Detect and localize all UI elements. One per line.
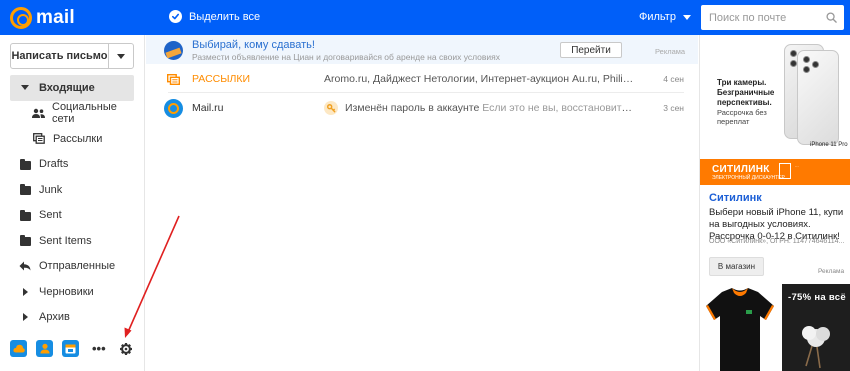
sidebar-item-label: Drafts <box>39 158 69 171</box>
folder-icon <box>18 158 32 170</box>
sidebar-item-label: Рассылки <box>53 132 103 145</box>
filter-label: Фильтр <box>639 11 676 23</box>
citilink-banner[interactable]: СИТИЛИНК ЭЛЕКТРОННЫЙ ДИСКАУНТЕР ... <box>700 159 850 185</box>
citilink-org: ООО «Ситилинк», ОГРН: 114774646114... <box>709 238 845 245</box>
chevron-right-icon <box>18 286 32 298</box>
sidebar-item-inbox[interactable]: Входящие <box>10 75 134 101</box>
age-rating-box <box>779 163 791 179</box>
sidebar-item-newsletters[interactable]: Рассылки <box>10 126 134 152</box>
chevron-down-icon <box>682 14 691 20</box>
ad-logo-icon <box>164 41 183 60</box>
newsletter-icon <box>32 133 46 145</box>
logo-text: mail <box>36 7 75 28</box>
mailru-avatar <box>164 99 183 118</box>
sidebar-item-label: Черновики <box>39 285 94 298</box>
ad-subtitle: Размести объявление на Циан и договарива… <box>192 52 501 62</box>
calendar-app-icon[interactable] <box>62 340 79 357</box>
message-subject: Изменён пароль в аккаунте <box>345 102 480 114</box>
select-all-label: Выделить все <box>189 10 261 23</box>
sidebar-item-label: Социальные сети <box>52 101 117 126</box>
iphone-model: iPhone 11 Pro <box>810 142 848 148</box>
citilink-fine-print: ... <box>795 163 799 168</box>
compose-group: Написать письмо <box>10 43 134 69</box>
search-input[interactable] <box>701 5 819 30</box>
contacts-app-icon[interactable] <box>36 340 53 357</box>
more-apps-button[interactable]: ••• <box>92 341 106 356</box>
key-icon <box>324 101 338 115</box>
sidebar-item-label: Sent <box>39 209 62 222</box>
sidebar-footer: ••• <box>10 340 132 357</box>
message-sender: Mail.ru <box>192 102 224 114</box>
sidebar-item-sent[interactable]: Отправленные <box>10 254 134 280</box>
table-row[interactable]: РАССЫЛКИ Aromo.ru, Дайджест Нетологии, И… <box>146 64 698 93</box>
sidebar-item-sent-items[interactable]: Sent Items <box>10 228 134 254</box>
message-snippet: Если это не вы, восстановите до... <box>482 102 635 114</box>
message-date: 4 сен <box>663 74 684 84</box>
sidebar-item-archive[interactable]: Архив <box>10 305 134 331</box>
citilink-logo: СИТИЛИНК <box>712 164 770 175</box>
sidebar-item-label: Junk <box>39 183 63 196</box>
sidebar-item-drafts-folder[interactable]: Drafts <box>10 152 134 178</box>
people-icon <box>32 107 45 119</box>
shirt-ad-image[interactable] <box>700 284 780 371</box>
folder-icon <box>18 209 32 221</box>
citilink-title[interactable]: Ситилинк <box>709 192 762 204</box>
right-ad-column: Три камеры. Безграничные перспективы. Ра… <box>699 35 850 371</box>
folder-icon <box>18 184 32 196</box>
sidebar-item-social[interactable]: Социальные сети <box>10 101 134 127</box>
sidebar-item-label: Входящие <box>39 81 95 94</box>
cotton-flower-icon <box>802 326 830 369</box>
chevron-down-icon <box>18 82 32 94</box>
newsletter-icon <box>166 73 181 85</box>
to-shop-button[interactable]: В магазин <box>709 257 764 276</box>
citilink-tagline: ЭЛЕКТРОННЫЙ ДИСКАУНТЕР <box>712 175 785 181</box>
at-sign-icon <box>10 7 32 29</box>
ad-title[interactable]: Выбирай, кому сдавать! <box>192 39 315 51</box>
filter-dropdown[interactable]: Фильтр <box>639 11 691 23</box>
mail-logo[interactable]: mail <box>10 6 75 30</box>
chevron-down-icon <box>117 53 125 59</box>
message-subject-line: Изменён пароль в аккаунте Если это не вы… <box>345 102 635 114</box>
table-row[interactable]: Mail.ru Изменён пароль в аккаунте Если э… <box>146 93 698 122</box>
sidebar-item-junk[interactable]: Junk <box>10 177 134 203</box>
ad-label: Реклама <box>655 47 686 56</box>
compose-dropdown-button[interactable] <box>108 44 133 68</box>
iphone-subline: Рассрочка без переплат <box>717 108 767 126</box>
polo-shirt-icon <box>706 288 774 371</box>
sidebar-item-sent-folder[interactable]: Sent <box>10 203 134 229</box>
ad-row[interactable]: Выбирай, кому сдавать! Размести объявлен… <box>146 35 698 64</box>
gear-icon[interactable] <box>119 342 132 355</box>
iphone-banner[interactable]: Три камеры. Безграничные перспективы. Ра… <box>700 35 850 157</box>
message-date: 3 сен <box>663 103 684 113</box>
sidebar-item-label: Sent Items <box>39 234 92 247</box>
mail-list: Выбирай, кому сдавать! Размести объявлен… <box>146 35 698 371</box>
search-box <box>701 5 844 30</box>
search-icon[interactable] <box>826 12 837 26</box>
sidebar-item-label: Архив <box>39 311 70 324</box>
phone-image <box>797 50 839 145</box>
top-header: mail Выделить все Фильтр <box>0 0 850 35</box>
folder-nav: Входящие Социальные сети Рассылки Drafts… <box>10 75 134 330</box>
check-circle-icon <box>169 10 182 23</box>
sidebar-item-label: Отправленные <box>39 260 116 273</box>
cloud-app-icon[interactable] <box>10 340 27 357</box>
folder-icon <box>18 235 32 247</box>
chevron-right-icon <box>18 311 32 323</box>
iphone-headline: Три камеры. Безграничные перспективы. <box>717 78 775 107</box>
ad-go-button[interactable]: Перейти <box>560 42 622 58</box>
sidebar: Написать письмо Входящие Социальные сети… <box>0 35 145 371</box>
sidebar-item-drafts[interactable]: Черновики <box>10 279 134 305</box>
compose-button[interactable]: Написать письмо <box>11 44 108 68</box>
select-all-button[interactable]: Выделить все <box>169 10 260 23</box>
ad-label: Реклама <box>818 268 845 275</box>
message-subject: Aromo.ru, Дайджест Нетологии, Интернет-а… <box>324 73 637 85</box>
sale-ad-image[interactable]: -75% на всё <box>782 284 850 371</box>
message-sender: РАССЫЛКИ <box>192 73 251 85</box>
reply-icon <box>18 260 32 272</box>
